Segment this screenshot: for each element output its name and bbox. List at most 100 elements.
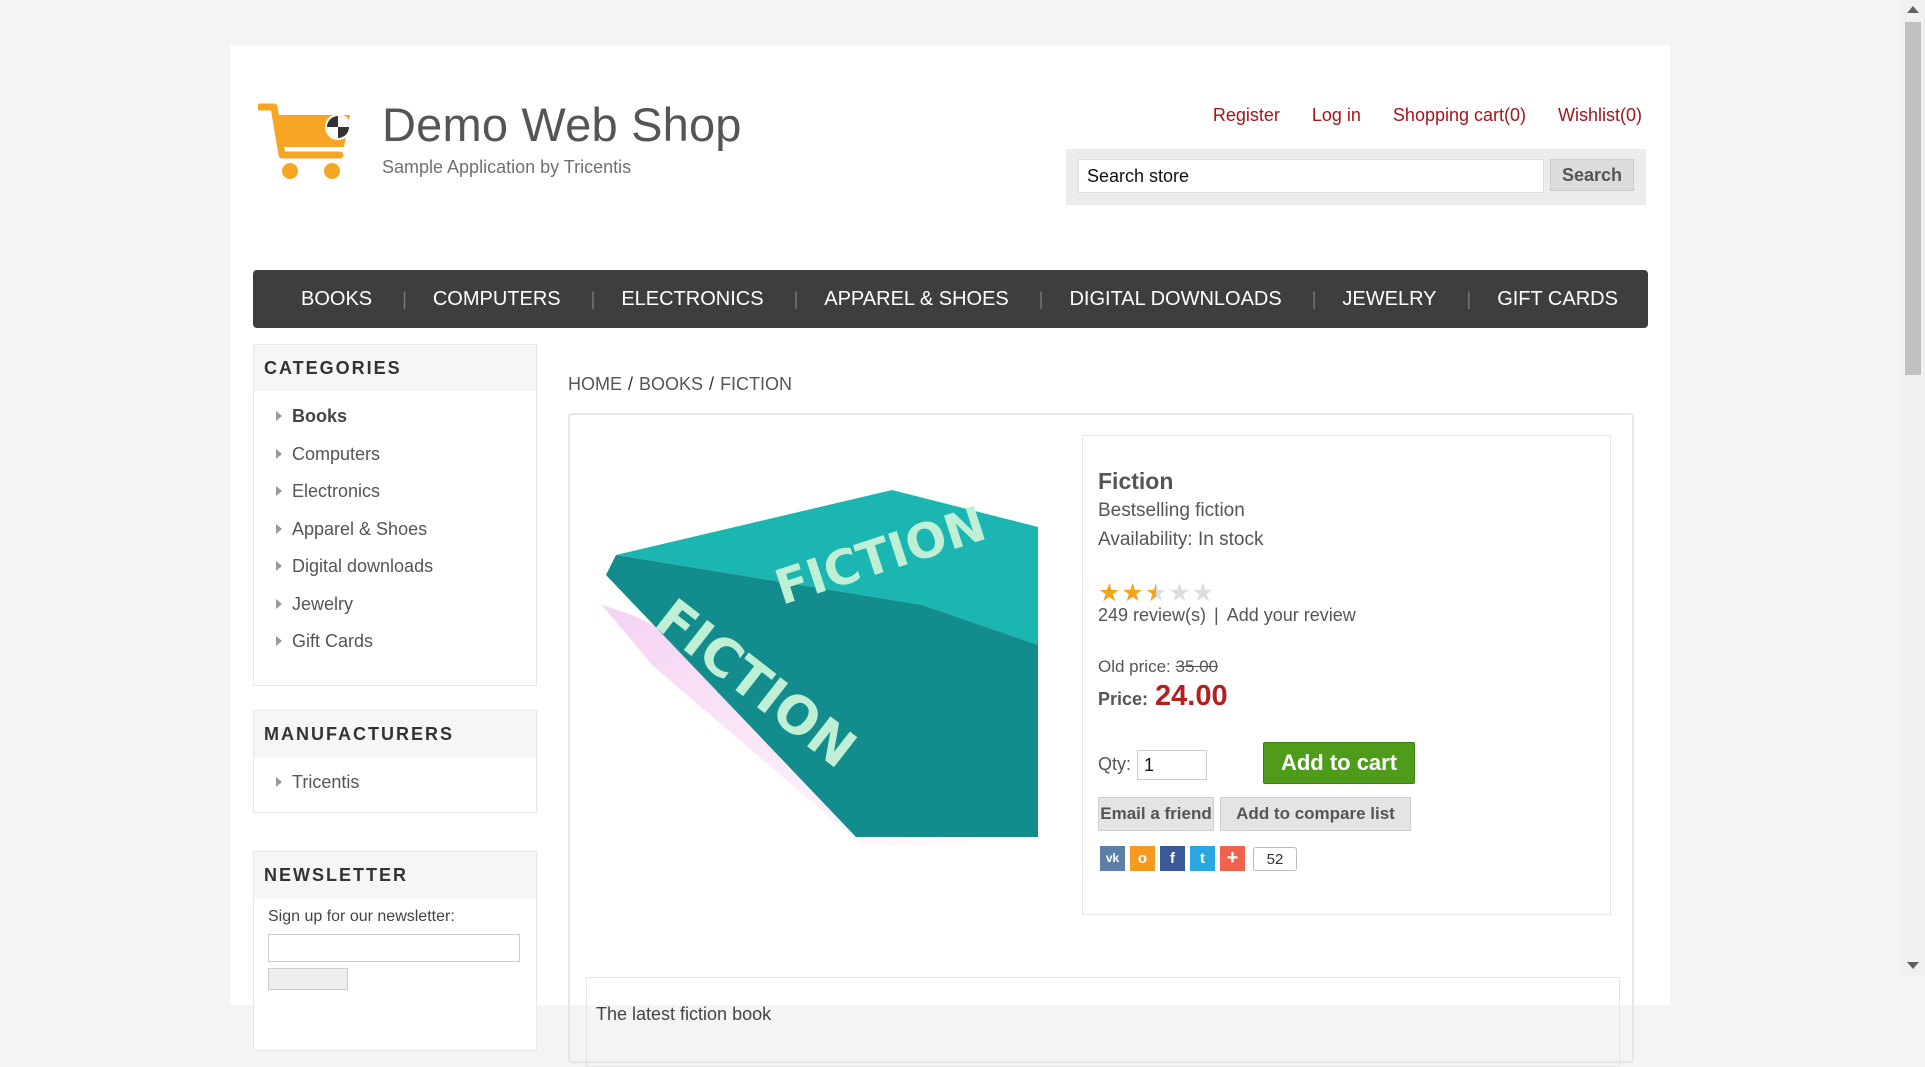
nav-books[interactable]: BOOKS xyxy=(301,288,372,311)
old-price-label: Old price: xyxy=(1098,657,1171,676)
email-friend-button[interactable]: Email a friend xyxy=(1098,797,1214,831)
scroll-up-arrow-icon[interactable] xyxy=(1907,6,1919,13)
category-item-digital-downloads[interactable]: Digital downloads xyxy=(254,549,536,587)
search-input[interactable] xyxy=(1078,159,1544,193)
price-label: Price: xyxy=(1098,689,1149,709)
star-icon: ★ xyxy=(1098,579,1121,607)
odnoklassniki-icon[interactable]: o xyxy=(1130,846,1155,871)
breadcrumb-separator: / xyxy=(709,374,715,394)
product-short-description: Bestselling fiction xyxy=(1098,500,1245,521)
reviews-count-link[interactable]: 249 review(s) xyxy=(1098,605,1206,625)
category-item-apparel-shoes[interactable]: Apparel & Shoes xyxy=(254,512,536,550)
nav-apparel-shoes[interactable]: APPAREL & SHOES xyxy=(824,288,1009,311)
product-availability: Availability: In stock xyxy=(1098,529,1264,550)
page-scrollbar[interactable] xyxy=(1900,0,1925,975)
arrow-right-icon xyxy=(276,523,282,534)
wishlist-link[interactable]: Wishlist(0) xyxy=(1558,105,1642,126)
categories-block: CATEGORIES Books Computers Electronics A… xyxy=(253,344,537,686)
nav-divider: | xyxy=(1038,288,1044,309)
category-item-electronics[interactable]: Electronics xyxy=(254,474,536,512)
arrow-right-icon xyxy=(276,561,282,571)
nav-digital-downloads[interactable]: DIGITAL DOWNLOADS xyxy=(1069,288,1281,311)
shopping-cart-link[interactable]: Shopping cart(0) xyxy=(1393,105,1526,126)
share-buttons: vk o f t + 52 xyxy=(1100,846,1297,871)
breadcrumb-home[interactable]: HOME xyxy=(568,374,622,394)
newsletter-email-input[interactable] xyxy=(268,934,520,962)
arrow-right-icon xyxy=(276,777,282,787)
rating-stars: ★ ★ ★ ★ ★ xyxy=(1098,581,1214,606)
scrollbar-thumb[interactable] xyxy=(1905,22,1921,375)
logo-title[interactable]: Demo Web Shop xyxy=(382,97,742,152)
star-icon: ★ xyxy=(1191,579,1215,607)
breadcrumb-current: FICTION xyxy=(720,374,793,394)
add-to-compare-button[interactable]: Add to compare list xyxy=(1220,797,1411,831)
category-label[interactable]: Electronics xyxy=(292,481,380,501)
nav-gift-cards[interactable]: GIFT CARDS xyxy=(1497,288,1618,311)
star-icon: ★ xyxy=(1121,579,1144,607)
product-image[interactable]: FICTION FICTION xyxy=(592,465,1038,845)
category-item-computers[interactable]: Computers xyxy=(254,437,536,475)
manufacturer-item-tricentis[interactable]: Tricentis xyxy=(254,765,536,803)
nav-divider: | xyxy=(1311,288,1317,309)
vk-icon[interactable]: vk xyxy=(1100,846,1125,871)
price-value: 24.00 xyxy=(1155,680,1228,712)
category-label[interactable]: Computers xyxy=(292,444,380,464)
product-name: Fiction xyxy=(1098,468,1174,494)
category-label[interactable]: Digital downloads xyxy=(292,556,433,576)
header-links: Register Log in Shopping cart(0) Wishlis… xyxy=(1213,105,1642,126)
share-more-icon[interactable]: + xyxy=(1220,846,1245,871)
add-to-cart-button[interactable]: Add to cart xyxy=(1263,742,1415,784)
breadcrumb-separator: / xyxy=(628,374,634,394)
shopping-cart-logo-icon[interactable] xyxy=(258,101,358,183)
category-label[interactable]: Books xyxy=(292,406,347,426)
register-link[interactable]: Register xyxy=(1213,105,1280,126)
nav-computers[interactable]: COMPUTERS xyxy=(433,288,561,311)
manufacturer-label[interactable]: Tricentis xyxy=(292,772,359,792)
add-review-link[interactable]: Add your review xyxy=(1227,605,1356,625)
category-item-books[interactable]: Books xyxy=(254,399,536,437)
old-price-value: 35.00 xyxy=(1175,657,1219,676)
share-count: 52 xyxy=(1253,846,1297,871)
product-reviews: 249 review(s) | Add your review xyxy=(1098,605,1356,626)
price: Price: 24.00 xyxy=(1098,680,1228,713)
star-icon: ★ xyxy=(1168,579,1191,607)
twitter-icon[interactable]: t xyxy=(1190,846,1215,871)
product-details: FICTION FICTION Fiction Bestselling fict… xyxy=(568,413,1634,1067)
categories-list: Books Computers Electronics Apparel & Sh… xyxy=(254,391,536,668)
qty-label: Qty: xyxy=(1098,754,1132,774)
newsletter-text: Sign up for our newsletter: xyxy=(268,908,455,925)
facebook-icon[interactable]: f xyxy=(1160,846,1185,871)
categories-title: CATEGORIES xyxy=(254,345,536,391)
search-box: Search xyxy=(1066,149,1646,205)
arrow-right-icon xyxy=(276,486,282,496)
nav-electronics[interactable]: ELECTRONICS xyxy=(621,288,763,311)
login-link[interactable]: Log in xyxy=(1312,105,1361,126)
category-label[interactable]: Jewelry xyxy=(292,594,353,614)
breadcrumb-books[interactable]: BOOKS xyxy=(639,374,703,394)
newsletter-title: NEWSLETTER xyxy=(254,852,536,898)
qty-input[interactable]: 1 xyxy=(1137,750,1207,780)
arrow-right-icon xyxy=(276,598,282,609)
nav-divider: | xyxy=(793,288,799,309)
logo-subtitle: Sample Application by Tricentis xyxy=(382,157,632,177)
search-button[interactable]: Search xyxy=(1550,159,1634,191)
product-overview: Fiction Bestselling fiction Availability… xyxy=(1082,435,1611,915)
full-description: The latest fiction book xyxy=(586,977,1620,1067)
arrow-right-icon xyxy=(276,636,282,646)
manufacturers-title: MANUFACTURERS xyxy=(254,711,536,757)
nav-jewelry[interactable]: JEWELRY xyxy=(1342,288,1436,311)
newsletter-subscribe-button[interactable] xyxy=(268,968,348,990)
arrow-right-icon xyxy=(276,448,282,459)
newsletter-block: NEWSLETTER Sign up for our newsletter: xyxy=(253,851,537,1051)
nav-divider: | xyxy=(1466,288,1472,309)
reviews-separator: | xyxy=(1214,605,1219,625)
category-item-gift-cards[interactable]: Gift Cards xyxy=(254,624,536,662)
page-container: Demo Web Shop Sample Application by Tric… xyxy=(230,45,1670,1067)
category-item-jewelry[interactable]: Jewelry xyxy=(254,587,536,625)
manufacturers-list: Tricentis xyxy=(254,757,536,809)
scroll-down-arrow-icon[interactable] xyxy=(1907,962,1919,969)
nav-divider: | xyxy=(590,288,596,309)
arrow-right-icon xyxy=(276,411,282,421)
category-label[interactable]: Apparel & Shoes xyxy=(292,519,427,539)
category-label[interactable]: Gift Cards xyxy=(292,631,373,651)
